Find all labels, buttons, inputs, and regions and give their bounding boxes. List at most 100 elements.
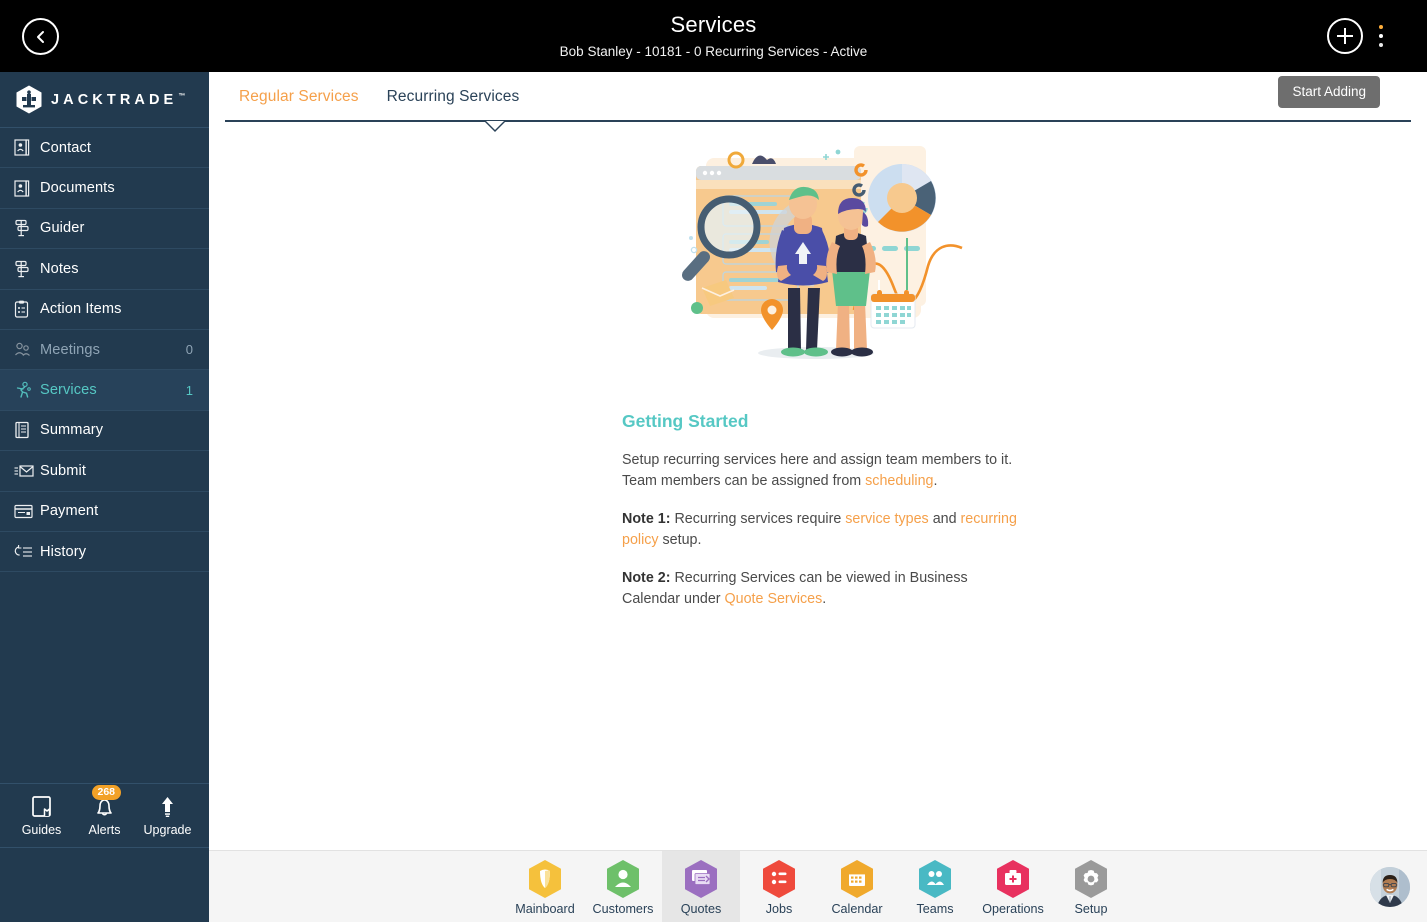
gs-p1-text-a: Setup recurring services here and assign… (622, 452, 1013, 489)
bottom-nav-label: Calendar (831, 901, 883, 916)
avatar-photo (1370, 867, 1410, 907)
notes-signpost-icon (14, 259, 40, 279)
services-runner-icon (14, 380, 40, 400)
team-analytics-illustration (681, 146, 963, 359)
back-button[interactable] (22, 18, 59, 55)
alerts-label: Alerts (88, 822, 121, 837)
quote-services-link[interactable]: Quote Services (725, 591, 823, 607)
setup-hex-icon (1073, 859, 1109, 899)
guides-button[interactable]: Guides (13, 795, 71, 837)
bottom-nav-label: Customers (592, 901, 654, 916)
jobs-hex-icon (761, 859, 797, 899)
upgrade-button[interactable]: Upgrade (139, 795, 197, 837)
bottom-bar: Mainboard Customers Quotes Jobs Calendar… (209, 850, 1427, 922)
bottom-nav-teams[interactable]: Teams (896, 851, 974, 922)
guider-signpost-icon (14, 218, 40, 238)
sidebar-item-count: 1 (185, 382, 193, 398)
alerts-button[interactable]: 268 Alerts (76, 784, 134, 837)
upgrade-label: Upgrade (143, 822, 192, 837)
user-avatar[interactable] (1370, 867, 1410, 907)
brand-name: JACKTRADE™ (51, 92, 185, 108)
tab-underline (225, 120, 1411, 122)
tab-bar: Regular Services Recurring Services Star… (209, 72, 1427, 132)
bottom-nav-mainboard[interactable]: Mainboard (506, 851, 584, 922)
service-types-link[interactable]: service types (845, 511, 928, 527)
gs-p1-text-b: . (933, 473, 938, 489)
bottom-nav-label: Operations (982, 901, 1044, 916)
documents-icon (14, 178, 40, 198)
page-subtitle: Bob Stanley - 10181 - 0 Recurring Servic… (559, 44, 868, 60)
start-adding-button[interactable]: Start Adding (1278, 76, 1380, 108)
note-1-label: Note 1: (622, 511, 671, 527)
operations-hex-icon (995, 859, 1031, 899)
sidebar-item-meetings[interactable]: Meetings 0 (0, 330, 209, 371)
teams-hex-icon (917, 859, 953, 899)
sidebar-item-guider[interactable]: Guider (0, 209, 209, 250)
tab-regular-services[interactable]: Regular Services (225, 88, 373, 106)
sidebar-item-label: Action Items (40, 301, 122, 318)
sidebar-item-label: Summary (40, 422, 104, 439)
sidebar-item-history[interactable]: History (0, 532, 209, 573)
sidebar-nav: Contact Documents Guider Notes Action It… (0, 128, 209, 573)
kebab-dot (1379, 34, 1383, 38)
sidebar-item-notes[interactable]: Notes (0, 249, 209, 290)
calendar-hex-icon (839, 859, 875, 899)
customers-hex-icon (605, 859, 641, 899)
sidebar-item-submit[interactable]: Submit (0, 451, 209, 492)
bottom-nav: Mainboard Customers Quotes Jobs Calendar… (209, 851, 1427, 922)
tab-recurring-services[interactable]: Recurring Services (373, 88, 534, 106)
note-2-label: Note 2: (622, 570, 671, 586)
sidebar-item-label: Services (40, 382, 97, 399)
bottom-nav-operations[interactable]: Operations (974, 851, 1052, 922)
active-tab-caret-icon (484, 121, 506, 132)
sidebar-item-label: Guider (40, 220, 85, 237)
trademark-symbol: ™ (178, 92, 186, 100)
sidebar-utilities: Guides 268 Alerts Upgrade (0, 783, 209, 848)
getting-started-paragraph-1: Setup recurring services here and assign… (622, 450, 1022, 492)
clipboard-list-icon (14, 299, 40, 319)
sidebar-item-label: Meetings (40, 341, 101, 358)
main-content: Regular Services Recurring Services Star… (209, 72, 1427, 850)
guides-label: Guides (21, 822, 62, 837)
alerts-badge: 268 (91, 784, 122, 801)
content-area: Getting Started Setup recurring services… (209, 138, 1427, 610)
bottom-nav-label: Setup (1074, 901, 1108, 916)
bottom-nav-label: Mainboard (515, 901, 575, 916)
add-button[interactable] (1327, 18, 1363, 54)
book-icon (32, 795, 51, 817)
sidebar-item-label: Payment (40, 503, 99, 520)
up-arrow-icon (162, 796, 173, 817)
sidebar-item-documents[interactable]: Documents (0, 168, 209, 209)
bottom-nav-jobs[interactable]: Jobs (740, 851, 818, 922)
kebab-dot (1379, 43, 1383, 47)
brand-logo[interactable]: JACKTRADE™ (0, 72, 209, 128)
tabs: Regular Services Recurring Services (225, 88, 533, 106)
sidebar-item-summary[interactable]: Summary (0, 411, 209, 452)
kebab-dot (1379, 25, 1383, 29)
scheduling-link[interactable]: scheduling (865, 473, 933, 489)
meetings-icon (14, 340, 40, 360)
sidebar-item-payment[interactable]: Payment (0, 492, 209, 532)
gs-p3-text-b: . (822, 591, 827, 607)
sidebar-item-contact[interactable]: Contact (0, 128, 209, 169)
bottom-nav-label: Jobs (765, 901, 793, 916)
sidebar-item-label: Submit (40, 462, 87, 479)
chevron-left-icon (36, 30, 44, 43)
jacktrade-hex-logo-icon (16, 85, 42, 114)
bottom-nav-label: Teams (916, 901, 954, 916)
overflow-menu-button[interactable] (1369, 19, 1393, 53)
sidebar-item-services[interactable]: Services 1 (0, 370, 209, 411)
sidebar-item-action-items[interactable]: Action Items (0, 290, 209, 330)
summary-book-icon (14, 420, 40, 440)
app-root: Services Bob Stanley - 10181 - 0 Recurri… (0, 0, 1427, 922)
gs-p2-text-a: Recurring services require (670, 511, 846, 527)
bottom-nav-quotes[interactable]: Quotes (662, 851, 740, 922)
bottom-nav-calendar[interactable]: Calendar (818, 851, 896, 922)
bottom-nav-setup[interactable]: Setup (1052, 851, 1130, 922)
getting-started-title: Getting Started (622, 411, 749, 431)
sidebar: JACKTRADE™ Contact Documents Guider Note… (0, 72, 209, 922)
mainboard-hex-icon (527, 859, 563, 899)
bottom-nav-customers[interactable]: Customers (584, 851, 662, 922)
contact-card-icon (14, 138, 40, 158)
